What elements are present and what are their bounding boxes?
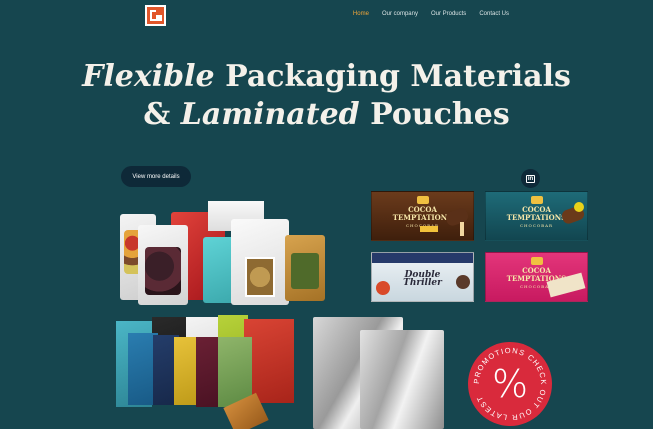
hero-line-2: & Laminated Pouches bbox=[0, 96, 653, 134]
nav-our-company[interactable]: Our company bbox=[382, 11, 418, 17]
pouch-kraft bbox=[285, 235, 325, 301]
hero-italic-2: Laminated bbox=[180, 97, 360, 132]
pouch-raisins bbox=[138, 225, 188, 305]
view-more-details-button[interactable]: View more details bbox=[121, 166, 191, 187]
pouch-almonds bbox=[231, 219, 289, 305]
chocolate-pack-1: COCOA TEMPTATIONSCHOCOBAR bbox=[371, 191, 474, 241]
brand-badge bbox=[531, 257, 543, 265]
brand-badge bbox=[531, 196, 543, 204]
nav-our-products[interactable]: Our Products bbox=[431, 11, 466, 17]
choc-2-sub: CHOCOBAR bbox=[519, 223, 553, 228]
promotions-badge[interactable]: PROMOTIONS CHECK OUT OUR LATEST % bbox=[468, 342, 552, 426]
percent-icon: % bbox=[491, 362, 529, 406]
hero-rest-2: Pouches bbox=[359, 97, 510, 132]
linkedin-button[interactable]: in bbox=[521, 169, 540, 188]
pouch-color-maroon bbox=[196, 337, 220, 407]
choc-3-name: Double Thriller bbox=[403, 270, 442, 288]
hero-heading: Flexible Packaging Materials & Laminated… bbox=[0, 58, 653, 134]
brand-badge bbox=[417, 196, 429, 204]
company-logo[interactable] bbox=[145, 5, 166, 26]
choc-1-name: COCOA TEMPTATIONS bbox=[392, 205, 453, 222]
hero-italic-1: Flexible bbox=[82, 59, 215, 94]
chocolate-pack-3-label: Double Thriller bbox=[388, 270, 458, 288]
nav-contact-us[interactable]: Contact Us bbox=[479, 11, 509, 17]
chocolate-pack-3: Double Thriller bbox=[371, 252, 474, 302]
hero-rest-1: Packaging Materials bbox=[214, 59, 571, 94]
hero-amp: & bbox=[143, 97, 181, 132]
linkedin-icon: in bbox=[525, 174, 536, 183]
main-nav: Home Our company Our Products Contact Us bbox=[353, 11, 509, 17]
hero-line-1: Flexible Packaging Materials bbox=[0, 58, 653, 96]
choc-2-name: COCOA TEMPTATIONS bbox=[506, 205, 567, 222]
foil-pouch-front bbox=[360, 330, 444, 429]
chocolate-pack-2-label: COCOA TEMPTATIONS CHOCOBAR bbox=[502, 206, 572, 230]
chocolate-pack-2: COCOA TEMPTATIONS CHOCOBAR bbox=[485, 191, 588, 241]
nav-home[interactable]: Home bbox=[353, 11, 369, 17]
chocolate-pack-4: COCOA TEMPTATIONS CHOCOBAR bbox=[485, 252, 588, 302]
choc-stick bbox=[460, 222, 464, 236]
logo-mark-right bbox=[156, 15, 162, 21]
pouch-color-yellow bbox=[174, 337, 198, 405]
